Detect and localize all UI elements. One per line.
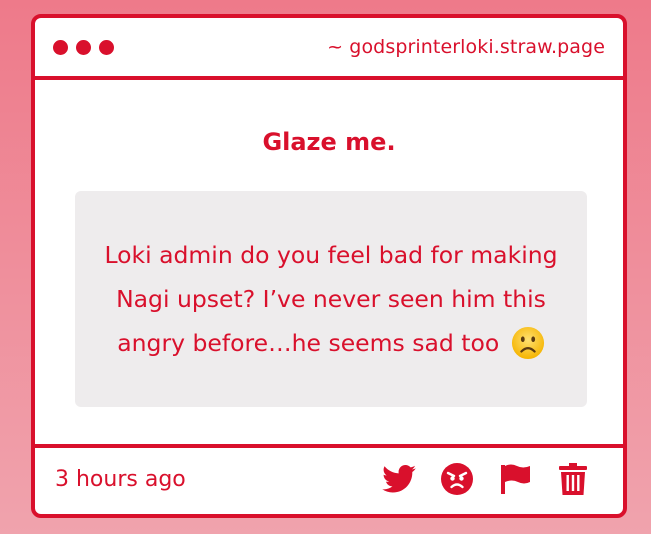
trash-icon[interactable] [555,461,591,497]
page-url[interactable]: ~ godsprinterloki.straw.page [327,36,605,58]
angry-face-icon[interactable] [439,461,475,497]
question-text: Loki admin do you feel bad for making Na… [104,241,558,357]
window-dot [99,39,114,55]
window-titlebar: ~ godsprinterloki.straw.page [35,18,623,80]
message-card: ~ godsprinterloki.straw.page Glaze me. L… [31,14,627,518]
card-content: Glaze me. Loki admin do you feel bad for… [35,84,623,448]
question-box: Loki admin do you feel bad for making Na… [75,191,587,407]
prompt-title: Glaze me. [262,128,396,156]
timestamp: 3 hours ago [55,466,186,492]
frowning-face-emoji-icon [511,326,544,360]
window-dots [53,39,114,55]
flag-icon[interactable] [497,461,533,497]
action-bar [381,461,591,497]
twitter-icon[interactable] [381,461,417,497]
window-dot [76,39,91,55]
window-dot [53,39,68,55]
question-text-wrap: Loki admin do you feel bad for making Na… [91,233,571,365]
card-footer: 3 hours ago [35,444,623,510]
